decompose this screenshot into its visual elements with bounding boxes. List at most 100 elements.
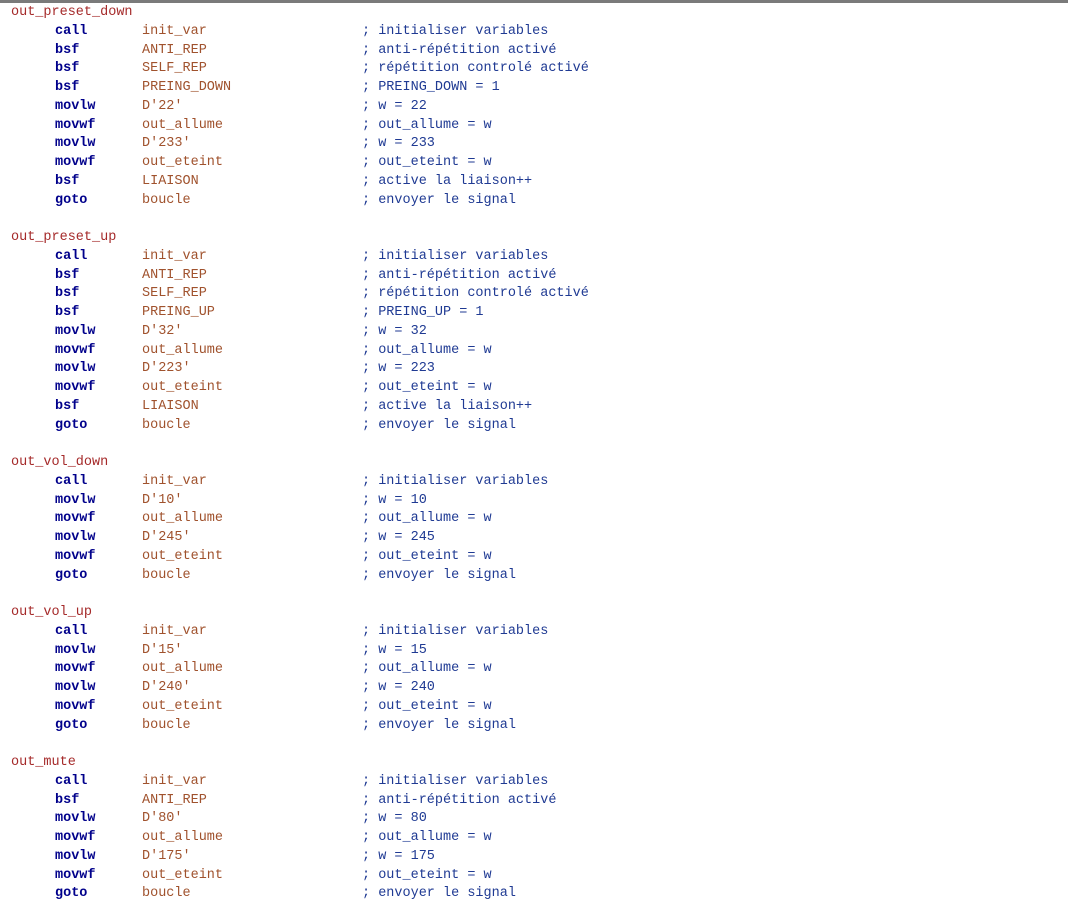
code-comment: ; w = 10 [362,492,427,508]
assembly-code-listing: out_preset_down call init_var ; initialiser… [11,4,589,904]
code-line: movlw D'32' ; w = 32 [11,323,427,342]
code-line: movwf out_allume ; out_allume = w [11,342,492,361]
instruction-operand: boucle [142,886,191,902]
code-block-out-preset-down: out_preset_down call init_var ; initialiser… [11,4,589,229]
code-comment: ; out_allume = w [362,830,492,845]
instruction-operand: SELF_REP [142,61,207,77]
instruction-mnemonic: movlw [55,492,96,508]
instruction-operand: LIAISON [142,173,199,189]
code-comment: ; w = 15 [362,642,427,658]
instruction-operand: out_allume [142,511,224,527]
instruction-operand: out_allume [142,661,224,677]
instruction-operand: D'10' [142,492,183,508]
code-line: movwf out_allume ; out_allume = w [11,117,492,136]
instruction-mnemonic: movlw [55,642,96,658]
code-line: movlw D'10' ; w = 10 [11,492,427,511]
code-line: goto boucle ; envoyer le signal [11,717,516,736]
instruction-operand: out_eteint [142,155,224,170]
instruction-mnemonic: goto [55,886,88,902]
code-comment: ; répétition controlé activé [362,286,589,302]
instruction-operand: out_eteint [142,867,224,883]
instruction-mnemonic: goto [55,192,88,208]
code-line: movwf out_eteint ; out_eteint = w [11,154,492,173]
instruction-mnemonic: movwf [55,867,96,883]
code-comment: ; out_eteint = w [362,548,492,564]
instruction-operand: ANTI_REP [142,792,207,808]
code-line: movlw D'80' ; w = 80 [11,810,427,829]
code-line: call init_var ; initialiser variables [11,23,548,42]
code-comment: ; PREING_UP = 1 [362,305,484,320]
code-line: call init_var ; initialiser variables [11,773,548,792]
code-line: movlw D'240' ; w = 240 [11,679,435,698]
code-comment: ; w = 245 [362,530,435,545]
code-comment: ; out_allume = w [362,342,492,358]
code-line: bsf PREING_DOWN ; PREING_DOWN = 1 [11,79,500,98]
instruction-operand: D'245' [142,530,191,545]
instruction-operand: out_allume [142,117,224,133]
instruction-mnemonic: movwf [55,380,96,395]
code-comment: ; w = 233 [362,136,435,152]
code-line: movlw D'223' ; w = 223 [11,360,435,379]
instruction-mnemonic: call [55,773,88,789]
instruction-mnemonic: bsf [55,398,80,414]
instruction-operand: LIAISON [142,398,199,414]
instruction-mnemonic: movwf [55,661,96,677]
code-line: call init_var ; initialiser variables [11,248,548,267]
instruction-operand: PREING_DOWN [142,80,232,95]
code-line: bsf ANTI_REP ; anti-répétition activé [11,792,556,811]
code-comment: ; out_eteint = w [362,867,492,883]
code-line: movlw D'15' ; w = 15 [11,642,427,661]
instruction-operand: ANTI_REP [142,42,207,58]
instruction-mnemonic: movlw [55,98,96,114]
code-comment: ; envoyer le signal [362,717,516,733]
code-comment: ; w = 32 [362,323,427,339]
code-comment: ; w = 223 [362,361,435,377]
instruction-mnemonic: movwf [55,548,96,564]
code-comment: ; envoyer le signal [362,192,516,208]
instruction-operand: init_var [142,623,207,639]
instruction-operand: D'32' [142,323,183,339]
code-line: movlw D'22' ; w = 22 [11,98,427,117]
instruction-mnemonic: bsf [55,173,80,189]
instruction-operand: init_var [142,473,207,489]
code-comment: ; out_eteint = w [362,380,492,395]
instruction-mnemonic: call [55,473,88,489]
instruction-operand: D'175' [142,848,191,864]
code-comment: ; anti-répétition activé [362,792,557,808]
instruction-mnemonic: bsf [55,305,80,320]
code-line: bsf LIAISON ; active la liaison++ [11,173,532,192]
code-comment: ; out_eteint = w [362,155,492,170]
code-comment: ; envoyer le signal [362,417,516,433]
routine-label: out_vol_down [11,455,109,470]
code-comment: ; initialiser variables [362,248,549,264]
instruction-operand: D'240' [142,680,191,695]
code-line: movlw D'233' ; w = 233 [11,135,435,154]
instruction-mnemonic: movwf [55,511,96,527]
code-comment: ; out_eteint = w [362,698,492,714]
code-line: call init_var ; initialiser variables [11,473,548,492]
code-line: movwf out_eteint ; out_eteint = w [11,867,492,886]
code-comment: ; active la liaison++ [362,173,533,189]
instruction-operand: D'223' [142,361,191,377]
instruction-mnemonic: movwf [55,117,96,133]
code-line: goto boucle ; envoyer le signal [11,885,516,904]
code-comment: ; active la liaison++ [362,398,533,414]
code-block-out-preset-up: out_preset_up call init_var ; initialiser v… [11,229,589,454]
routine-label: out_mute [11,755,76,770]
code-comment: ; out_allume = w [362,661,492,677]
code-line: movwf out_allume ; out_allume = w [11,660,492,679]
code-comment: ; PREING_DOWN = 1 [362,80,500,95]
instruction-operand: out_eteint [142,548,224,564]
code-comment: ; w = 22 [362,98,427,114]
code-line: movwf out_allume ; out_allume = w [11,829,492,848]
code-line: goto boucle ; envoyer le signal [11,417,516,436]
code-block-out-vol-down: out_vol_down call init_var ; initialiser va… [11,454,548,604]
code-comment: ; envoyer le signal [362,886,516,902]
code-line: movwf out_allume ; out_allume = w [11,510,492,529]
instruction-operand: SELF_REP [142,286,207,302]
instruction-mnemonic: movwf [55,155,96,170]
code-line: call init_var ; initialiser variables [11,623,548,642]
instruction-operand: PREING_UP [142,305,215,320]
